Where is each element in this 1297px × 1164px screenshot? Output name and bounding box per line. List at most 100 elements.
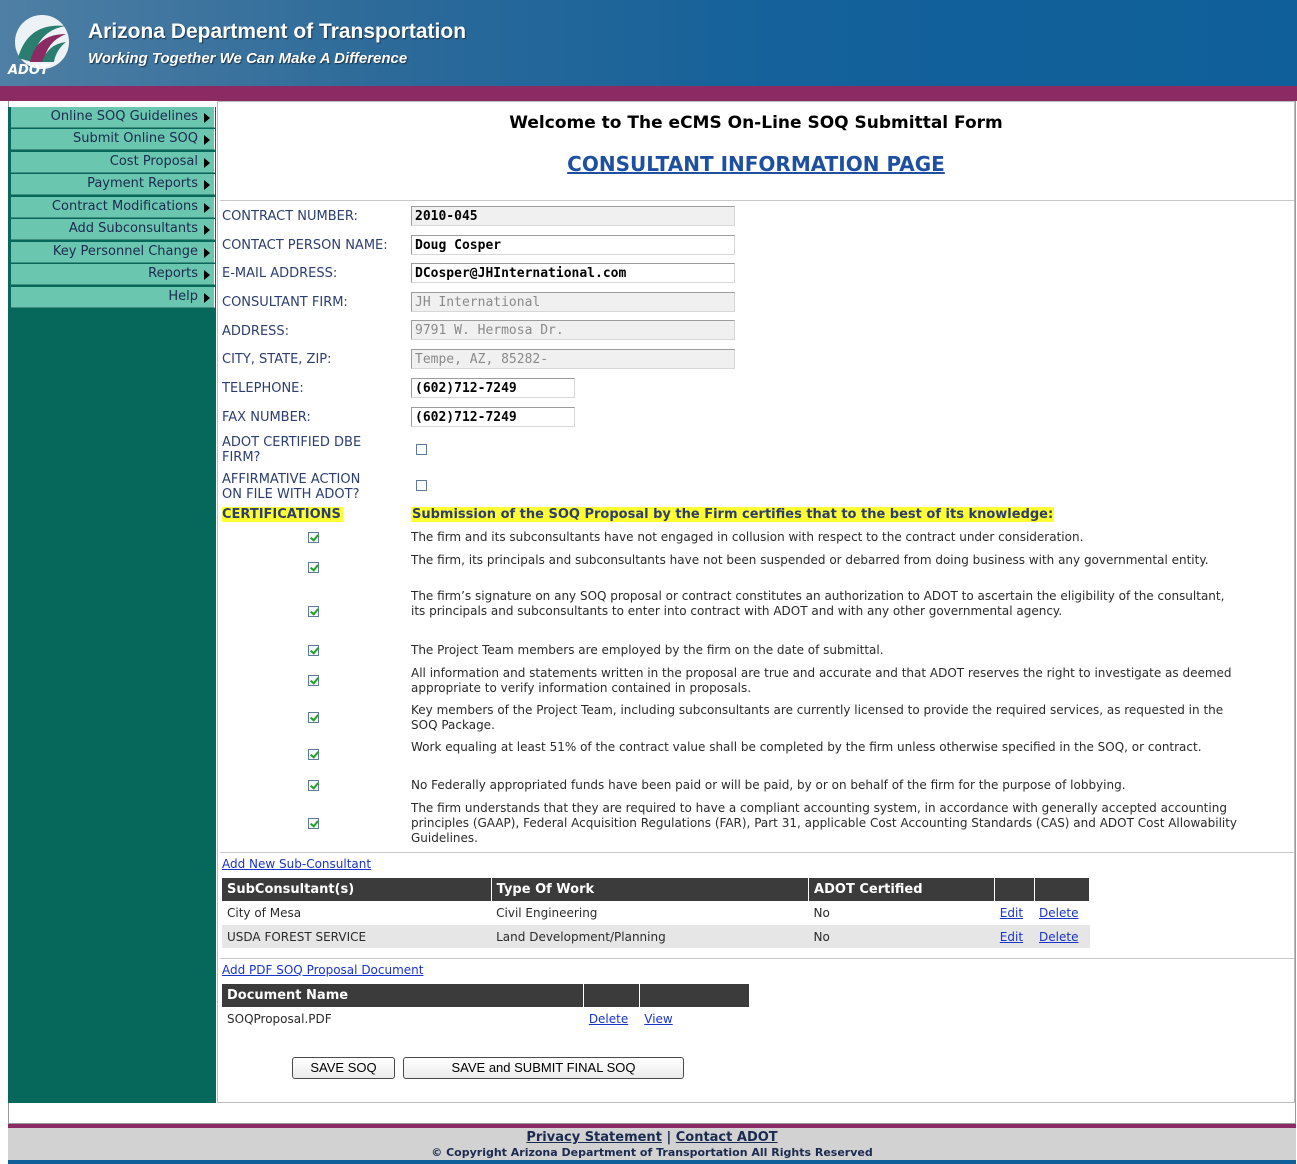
sidebar-item-label: Cost Proposal bbox=[109, 154, 198, 169]
certification-text: All information and statements written i… bbox=[411, 666, 1232, 695]
sidebar-item-label: Payment Reports bbox=[87, 176, 198, 191]
city-state-zip-field: Tempe, AZ, 85282- bbox=[411, 349, 735, 369]
column-header bbox=[639, 984, 751, 1007]
table-row: City of Mesa Civil Engineering No Edit D… bbox=[222, 901, 1090, 925]
affirmative-action-label-line2: ON FILE WITH ADOT? bbox=[222, 487, 360, 502]
dbe-label-line1: ADOT CERTIFIED DBE bbox=[222, 435, 362, 450]
sidebar-item-label: Key Personnel Change bbox=[52, 244, 198, 259]
sidebar-item-label: Add Subconsultants bbox=[68, 221, 198, 236]
certification-text: The firm, its principals and subconsulta… bbox=[411, 553, 1209, 567]
address-field: 9791 W. Hermosa Dr. bbox=[411, 320, 735, 340]
certification-text: Key members of the Project Team, includi… bbox=[411, 703, 1224, 732]
footer-separator: | bbox=[666, 1130, 672, 1145]
header-accent-bar bbox=[0, 86, 1297, 101]
sidebar-item-label: Contract Modifications bbox=[51, 199, 198, 214]
table-header-row: SubConsultant(s) Type Of Work ADOT Certi… bbox=[222, 878, 1091, 901]
fax-input[interactable]: (602)712-7249 bbox=[411, 407, 575, 427]
certification-text: No Federally appropriated funds have bee… bbox=[411, 778, 1126, 792]
sidebar-item-reports[interactable]: Reports bbox=[11, 264, 215, 285]
address-label: ADDRESS: bbox=[222, 324, 290, 339]
delete-link[interactable]: Delete bbox=[1039, 906, 1078, 920]
certifications-label: CERTIFICATIONS bbox=[222, 507, 343, 522]
certification-checkbox[interactable] bbox=[308, 675, 319, 686]
site-title: Arizona Department of Transportation bbox=[88, 20, 467, 43]
caret-right-icon bbox=[204, 135, 210, 145]
sidebar-item-key-personnel-change[interactable]: Key Personnel Change bbox=[11, 242, 215, 263]
sidebar-item-label: Reports bbox=[148, 266, 198, 281]
edit-link[interactable]: Edit bbox=[1000, 906, 1023, 920]
caret-right-icon bbox=[204, 158, 210, 168]
welcome-heading: Welcome to The eCMS On-Line SOQ Submitta… bbox=[509, 113, 1003, 133]
caret-right-icon bbox=[204, 203, 210, 213]
caret-right-icon bbox=[204, 270, 210, 280]
column-header bbox=[583, 984, 640, 1007]
document-name: SOQProposal.PDF bbox=[222, 1007, 584, 1031]
contact-person-input[interactable]: Doug Cosper bbox=[411, 235, 735, 255]
page-title: CONSULTANT INFORMATION PAGE bbox=[567, 152, 945, 176]
privacy-statement-link[interactable]: Privacy Statement bbox=[526, 1130, 662, 1145]
caret-right-icon bbox=[204, 225, 210, 235]
contract-number-label: CONTRACT NUMBER: bbox=[222, 209, 358, 224]
affirmative-action-label-line1: AFFIRMATIVE ACTION bbox=[222, 472, 361, 487]
sidebar: Online SOQ Guidelines Submit Online SOQ … bbox=[8, 107, 217, 1103]
city-state-zip-label: CITY, STATE, ZIP: bbox=[222, 352, 332, 367]
sidebar-item-help[interactable]: Help bbox=[11, 287, 215, 308]
contact-person-label: CONTACT PERSON NAME: bbox=[222, 238, 388, 253]
affirmative-action-checkbox[interactable] bbox=[416, 480, 427, 491]
subconsultant-name: USDA FOREST SERVICE bbox=[222, 924, 492, 949]
consultant-firm-label: CONSULTANT FIRM: bbox=[222, 295, 348, 310]
sidebar-item-online-soq-guidelines[interactable]: Online SOQ Guidelines bbox=[11, 107, 215, 128]
contract-number-field: 2010-045 bbox=[411, 206, 735, 226]
delete-link[interactable]: Delete bbox=[1039, 930, 1078, 944]
table-row: SOQProposal.PDF Delete View bbox=[222, 1007, 750, 1031]
consultant-firm-field: JH International bbox=[411, 292, 735, 312]
view-document-link[interactable]: View bbox=[644, 1012, 672, 1026]
sidebar-item-submit-online-soq[interactable]: Submit Online SOQ bbox=[11, 129, 215, 150]
telephone-input[interactable]: (602)712-7249 bbox=[411, 378, 575, 398]
footer-links: Privacy Statement | Contact ADOT bbox=[8, 1130, 1296, 1145]
dbe-checkbox[interactable] bbox=[416, 444, 427, 455]
delete-document-link[interactable]: Delete bbox=[589, 1012, 628, 1026]
sidebar-item-label: Help bbox=[168, 289, 198, 304]
certification-text: The firm understands that they are requi… bbox=[411, 801, 1238, 845]
add-pdf-document-link[interactable]: Add PDF SOQ Proposal Document bbox=[222, 963, 423, 977]
subconsultant-name: City of Mesa bbox=[222, 901, 492, 925]
copyright-text: © Copyright Arizona Department of Transp… bbox=[431, 1146, 873, 1159]
certification-checkbox[interactable] bbox=[308, 749, 319, 760]
email-input[interactable]: DCosper@JHInternational.com bbox=[411, 263, 735, 283]
caret-right-icon bbox=[204, 248, 210, 258]
certification-checkbox[interactable] bbox=[308, 712, 319, 723]
contact-adot-link[interactable]: Contact ADOT bbox=[676, 1130, 778, 1145]
caret-right-icon bbox=[204, 180, 210, 190]
email-label: E-MAIL ADDRESS: bbox=[222, 266, 338, 281]
add-sub-consultant-link[interactable]: Add New Sub-Consultant bbox=[222, 857, 371, 871]
logo-text: ADOT bbox=[8, 63, 49, 78]
submit-final-soq-button[interactable]: SAVE and SUBMIT FINAL SOQ bbox=[403, 1057, 684, 1079]
certification-checkbox[interactable] bbox=[308, 606, 319, 617]
column-header: SubConsultant(s) bbox=[222, 878, 492, 901]
certification-checkbox[interactable] bbox=[308, 562, 319, 573]
sidebar-item-label: Online SOQ Guidelines bbox=[50, 109, 198, 124]
sidebar-item-add-subconsultants[interactable]: Add Subconsultants bbox=[11, 219, 215, 240]
save-soq-button[interactable]: SAVE SOQ bbox=[292, 1057, 395, 1079]
sidebar-item-contract-modifications[interactable]: Contract Modifications bbox=[11, 197, 215, 218]
column-header: Type Of Work bbox=[491, 878, 810, 901]
certification-checkbox[interactable] bbox=[308, 532, 319, 543]
sidebar-item-cost-proposal[interactable]: Cost Proposal bbox=[11, 152, 215, 173]
fax-label: FAX NUMBER: bbox=[222, 410, 311, 425]
column-header: ADOT Certified bbox=[808, 878, 996, 901]
adot-certified: No bbox=[808, 901, 995, 925]
column-header bbox=[994, 878, 1035, 901]
site-header: ADOT Arizona Department of Transportatio… bbox=[0, 0, 1297, 86]
edit-link[interactable]: Edit bbox=[1000, 930, 1023, 944]
certification-text: The Project Team members are employed by… bbox=[411, 643, 884, 657]
certification-checkbox[interactable] bbox=[308, 818, 319, 829]
divider bbox=[220, 852, 1294, 853]
certification-text: The firm’s signature on any SOQ proposal… bbox=[411, 589, 1225, 618]
certification-checkbox[interactable] bbox=[308, 645, 319, 656]
type-of-work: Land Development/Planning bbox=[491, 924, 809, 949]
sidebar-item-payment-reports[interactable]: Payment Reports bbox=[11, 174, 215, 195]
footer-accent-bar bbox=[8, 1160, 1296, 1164]
certification-checkbox[interactable] bbox=[308, 780, 319, 791]
subconsultants-table: SubConsultant(s) Type Of Work ADOT Certi… bbox=[222, 878, 1091, 949]
